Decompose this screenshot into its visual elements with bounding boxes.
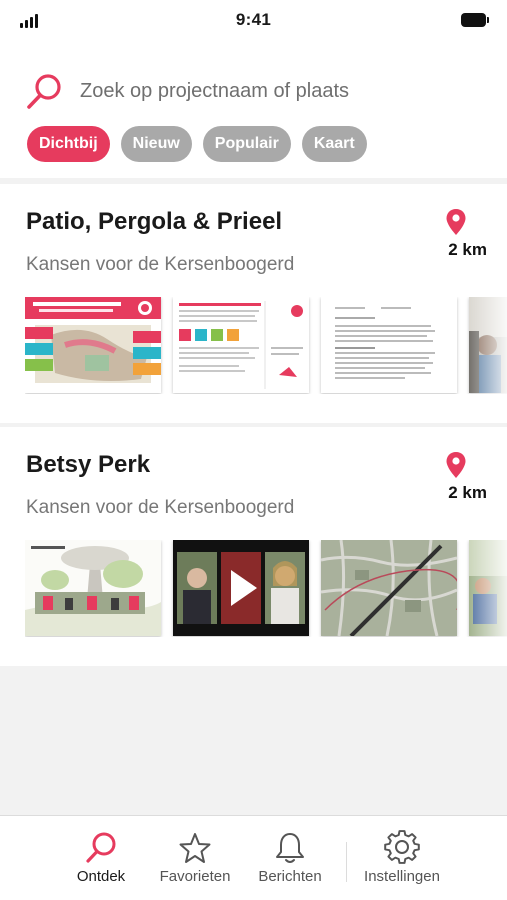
- project-card[interactable]: Patio, Pergola & Prieel Kansen voor de K…: [0, 184, 507, 423]
- tab-berichten[interactable]: Berichten: [248, 816, 332, 900]
- filter-chips: Dichtbij Nieuw Populair Kaart: [27, 126, 367, 162]
- search-input[interactable]: [80, 76, 480, 106]
- letter-thumbnail[interactable]: [321, 297, 457, 393]
- filter-chip-populair[interactable]: Populair: [202, 126, 291, 162]
- battery-icon: [461, 13, 489, 27]
- tab-favorieten[interactable]: Favorieten: [150, 816, 240, 900]
- poster-thumbnail[interactable]: [25, 297, 161, 393]
- tab-instellingen[interactable]: Instellingen: [354, 816, 450, 900]
- gear-icon: [384, 830, 420, 864]
- tab-label: Favorieten: [159, 868, 231, 885]
- tab-ontdek[interactable]: Ontdek: [66, 816, 136, 900]
- search-icon: [27, 74, 61, 109]
- tab-label: Instellingen: [364, 868, 440, 885]
- sketch-thumbnail[interactable]: [25, 540, 161, 636]
- search-bar[interactable]: [24, 70, 484, 112]
- tab-bar: Ontdek Favorieten Berichten Instellingen: [0, 815, 507, 900]
- filter-chip-dichtbij[interactable]: Dichtbij: [27, 126, 110, 162]
- project-subtitle: Kansen voor de Kersenboogerd: [26, 254, 295, 275]
- bell-icon: [276, 833, 304, 863]
- status-time: 9:41: [235, 10, 272, 29]
- location-pin-icon: [446, 452, 466, 478]
- tab-divider: [346, 842, 347, 882]
- project-distance: 2 km: [448, 240, 487, 259]
- location-pin-icon: [446, 209, 466, 235]
- project-title: Betsy Perk: [26, 451, 151, 478]
- project-distance: 2 km: [448, 483, 487, 502]
- project-subtitle: Kansen voor de Kersenboogerd: [26, 497, 295, 518]
- video-thumbnail[interactable]: [173, 540, 309, 636]
- project-card[interactable]: Betsy Perk Kansen voor de Kersenboogerd …: [0, 427, 507, 666]
- thumbnail-strip[interactable]: [25, 540, 507, 637]
- search-icon: [86, 832, 116, 863]
- map-thumbnail[interactable]: [321, 540, 457, 636]
- status-bar: 9:41: [0, 0, 507, 42]
- document-thumbnail[interactable]: [173, 297, 309, 393]
- filter-chip-kaart[interactable]: Kaart: [301, 126, 367, 162]
- header-area: 9:41 Dichtbij Nieuw Populair Kaart: [0, 0, 507, 178]
- tab-label: Ontdek: [76, 868, 126, 885]
- filter-chip-nieuw[interactable]: Nieuw: [120, 126, 192, 162]
- thumbnail-fade: [467, 540, 507, 637]
- star-icon: [179, 833, 211, 863]
- tab-label: Berichten: [258, 868, 322, 885]
- thumbnail-strip[interactable]: [25, 297, 507, 394]
- thumbnail-fade: [467, 297, 507, 394]
- project-title: Patio, Pergola & Prieel: [26, 208, 283, 235]
